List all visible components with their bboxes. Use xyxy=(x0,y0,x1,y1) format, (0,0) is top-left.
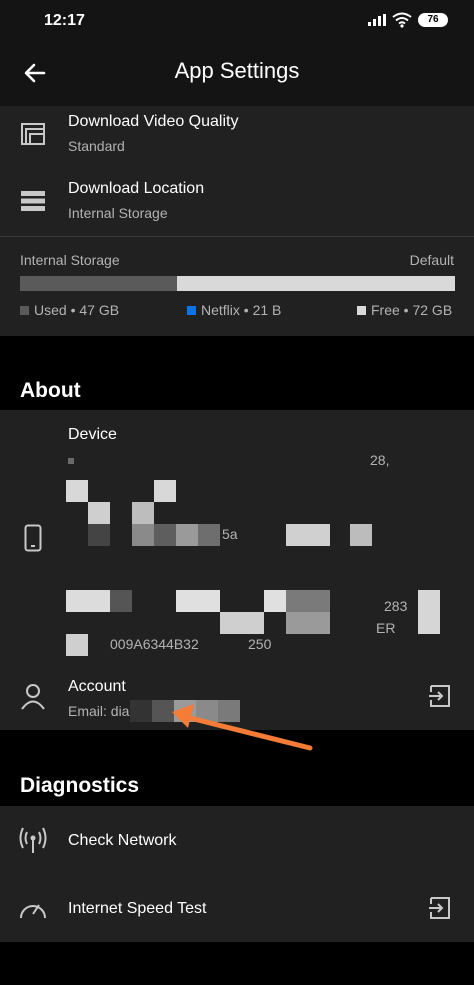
storage-list-icon xyxy=(21,191,45,211)
battery-icon: 76 xyxy=(418,13,448,27)
external-link-icon[interactable] xyxy=(428,896,452,920)
wifi-icon xyxy=(392,12,412,28)
signal-icon xyxy=(368,14,386,26)
speedometer-icon xyxy=(20,904,46,919)
device-line: 5a xyxy=(222,526,238,542)
battery-level: 76 xyxy=(427,14,439,25)
download-location-row[interactable]: Download Location Internal Storage xyxy=(0,170,474,232)
legend-free: Free • 72 GB xyxy=(371,302,453,318)
diagnostics-heading: Diagnostics xyxy=(20,774,140,797)
phone-icon xyxy=(24,524,42,552)
download-quality-row[interactable]: Download Video Quality Standard xyxy=(0,106,474,168)
divider xyxy=(0,236,474,237)
device-line: 283 xyxy=(384,598,408,614)
check-network-label: Check Network xyxy=(68,832,177,849)
device-line: 009A6344B32 xyxy=(110,636,199,652)
storage-label: Internal Storage xyxy=(20,252,120,268)
speed-test-label: Internet Speed Test xyxy=(68,900,207,917)
network-antenna-icon xyxy=(19,827,47,853)
device-line: 28, xyxy=(370,452,390,468)
app-header: App Settings xyxy=(0,40,474,106)
storage-default-label: Default xyxy=(409,252,454,268)
legend-used-swatch xyxy=(20,306,29,315)
download-location-value: Internal Storage xyxy=(68,205,168,221)
account-title: Account xyxy=(68,678,126,695)
video-quality-icon xyxy=(21,123,45,145)
annotation-arrow-icon xyxy=(172,704,313,751)
storage-free-bar xyxy=(177,276,455,291)
download-quality-title: Download Video Quality xyxy=(68,113,239,130)
check-network-row[interactable]: Check Network xyxy=(0,808,474,872)
page-title: App Settings xyxy=(174,58,300,83)
user-icon xyxy=(21,684,45,710)
download-location-title: Download Location xyxy=(68,180,205,197)
legend-netflix: Netflix • 21 B xyxy=(201,302,282,318)
device-line: ER xyxy=(376,620,396,636)
legend-netflix-swatch xyxy=(187,306,196,315)
account-email: Email: dia xyxy=(68,703,130,719)
status-bar: 12:17 76 xyxy=(0,0,474,40)
device-line: 250 xyxy=(248,636,272,652)
device-row: Device 28, 5a 283 ER 009A6344B32 250 xyxy=(0,410,474,660)
device-title: Device xyxy=(68,426,117,443)
about-heading: About xyxy=(20,379,81,402)
download-quality-value: Standard xyxy=(68,138,125,154)
storage-used-bar xyxy=(20,276,177,291)
speed-test-row[interactable]: Internet Speed Test xyxy=(0,876,474,940)
status-time: 12:17 xyxy=(44,12,85,29)
legend-used: Used • 47 GB xyxy=(34,302,120,318)
sign-out-icon[interactable] xyxy=(428,684,452,708)
legend-free-swatch xyxy=(357,306,366,315)
